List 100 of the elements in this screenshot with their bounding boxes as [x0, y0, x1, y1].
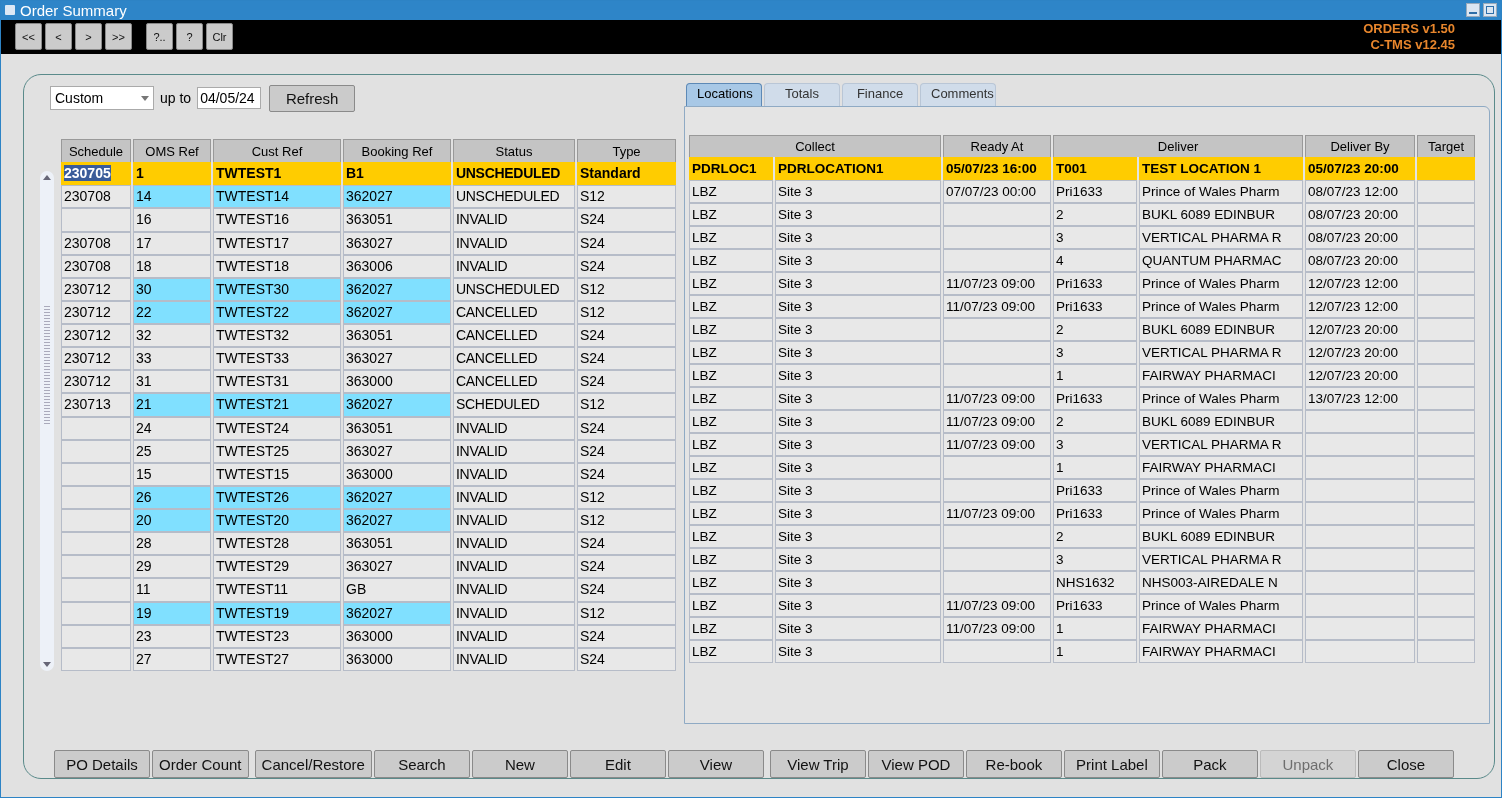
- table-cell[interactable]: PDRLOCATION1: [775, 157, 941, 180]
- column-header[interactable]: Collect: [689, 135, 941, 157]
- table-cell[interactable]: Site 3: [775, 525, 941, 548]
- table-cell[interactable]: TWTEST11: [213, 578, 341, 602]
- action-button[interactable]: Print Label: [1063, 750, 1160, 778]
- table-cell[interactable]: FAIRWAY PHARMACI: [1139, 617, 1303, 640]
- table-cell[interactable]: [1417, 456, 1475, 479]
- table-cell[interactable]: [61, 485, 131, 509]
- table-cell[interactable]: [943, 226, 1051, 249]
- table-cell[interactable]: S24: [577, 624, 676, 648]
- table-cell[interactable]: TWTEST23: [213, 624, 341, 648]
- table-cell[interactable]: TWTEST30: [213, 277, 341, 301]
- table-cell[interactable]: INVALID: [453, 532, 575, 556]
- table-cell[interactable]: 363000: [343, 370, 451, 394]
- table-cell[interactable]: LBZ: [689, 272, 773, 295]
- table-cell[interactable]: INVALID: [453, 462, 575, 486]
- table-cell[interactable]: S12: [577, 277, 676, 301]
- table-cell[interactable]: TWTEST24: [213, 416, 341, 440]
- table-cell[interactable]: 12/07/23 20:00: [1305, 341, 1415, 364]
- table-cell[interactable]: 27: [133, 647, 211, 671]
- table-cell[interactable]: TWTEST14: [213, 185, 341, 209]
- table-cell[interactable]: INVALID: [453, 555, 575, 579]
- table-cell[interactable]: 12/07/23 12:00: [1305, 295, 1415, 318]
- table-cell[interactable]: 05/07/23 16:00: [943, 157, 1051, 180]
- table-cell[interactable]: 3: [1053, 548, 1137, 571]
- table-cell[interactable]: S24: [577, 578, 676, 602]
- table-cell[interactable]: INVALID: [453, 231, 575, 255]
- table-cell[interactable]: INVALID: [453, 624, 575, 648]
- table-cell[interactable]: 363000: [343, 462, 451, 486]
- table-cell[interactable]: 363006: [343, 254, 451, 278]
- table-cell[interactable]: Pri1633: [1053, 387, 1137, 410]
- table-cell[interactable]: 12/07/23 20:00: [1305, 364, 1415, 387]
- table-cell[interactable]: LBZ: [689, 249, 773, 272]
- column-header[interactable]: Ready At: [943, 135, 1051, 157]
- table-cell[interactable]: 363051: [343, 416, 451, 440]
- table-cell[interactable]: 1: [1053, 364, 1137, 387]
- table-cell[interactable]: 363027: [343, 347, 451, 371]
- table-cell[interactable]: 2: [1053, 203, 1137, 226]
- table-cell[interactable]: FAIRWAY PHARMACI: [1139, 364, 1303, 387]
- table-cell[interactable]: 16: [133, 208, 211, 232]
- table-cell[interactable]: 08/07/23 20:00: [1305, 226, 1415, 249]
- table-cell[interactable]: [1417, 479, 1475, 502]
- table-cell[interactable]: S24: [577, 555, 676, 579]
- table-cell[interactable]: 29: [133, 555, 211, 579]
- action-button[interactable]: Edit: [569, 750, 666, 778]
- table-cell[interactable]: 18: [133, 254, 211, 278]
- table-cell[interactable]: [61, 532, 131, 556]
- table-cell[interactable]: S12: [577, 509, 676, 533]
- table-cell[interactable]: S24: [577, 439, 676, 463]
- table-cell[interactable]: Prince of Wales Pharm: [1139, 295, 1303, 318]
- table-cell[interactable]: 24: [133, 416, 211, 440]
- table-cell[interactable]: [1305, 594, 1415, 617]
- table-cell[interactable]: FAIRWAY PHARMACI: [1139, 456, 1303, 479]
- table-cell[interactable]: 08/07/23 12:00: [1305, 180, 1415, 203]
- table-cell[interactable]: Pri1633: [1053, 479, 1137, 502]
- table-cell[interactable]: [1417, 364, 1475, 387]
- table-cell[interactable]: INVALID: [453, 647, 575, 671]
- table-cell[interactable]: TWTEST19: [213, 601, 341, 625]
- table-cell[interactable]: 230712: [61, 300, 131, 324]
- refresh-button[interactable]: Refresh: [269, 84, 356, 112]
- table-cell[interactable]: 11/07/23 09:00: [943, 617, 1051, 640]
- table-cell[interactable]: 363000: [343, 624, 451, 648]
- table-cell[interactable]: 11/07/23 09:00: [943, 433, 1051, 456]
- toolbar-button[interactable]: >>: [105, 23, 132, 51]
- table-cell[interactable]: Site 3: [775, 456, 941, 479]
- table-cell[interactable]: LBZ: [689, 479, 773, 502]
- table-cell[interactable]: INVALID: [453, 208, 575, 232]
- table-cell[interactable]: INVALID: [453, 485, 575, 509]
- table-cell[interactable]: Site 3: [775, 548, 941, 571]
- table-cell[interactable]: LBZ: [689, 594, 773, 617]
- table-cell[interactable]: 21: [133, 393, 211, 417]
- table-cell[interactable]: 363051: [343, 208, 451, 232]
- table-cell[interactable]: 362027: [343, 393, 451, 417]
- table-cell[interactable]: UNSCHEDULED: [453, 277, 575, 301]
- table-cell[interactable]: [1417, 272, 1475, 295]
- table-cell[interactable]: BUKL 6089 EDINBUR: [1139, 525, 1303, 548]
- column-header[interactable]: Deliver: [1053, 135, 1303, 157]
- table-cell[interactable]: 230708: [61, 185, 131, 209]
- table-cell[interactable]: [1417, 203, 1475, 226]
- table-cell[interactable]: TWTEST33: [213, 347, 341, 371]
- table-cell[interactable]: 362027: [343, 185, 451, 209]
- table-cell[interactable]: 08/07/23 20:00: [1305, 249, 1415, 272]
- table-cell[interactable]: [1305, 502, 1415, 525]
- table-cell[interactable]: INVALID: [453, 578, 575, 602]
- table-cell[interactable]: 15: [133, 462, 211, 486]
- table-cell[interactable]: Site 3: [775, 617, 941, 640]
- table-cell[interactable]: [943, 249, 1051, 272]
- table-cell[interactable]: [61, 647, 131, 671]
- table-cell[interactable]: Prince of Wales Pharm: [1139, 479, 1303, 502]
- table-cell[interactable]: S24: [577, 254, 676, 278]
- table-cell[interactable]: NHS003-AIREDALE N: [1139, 571, 1303, 594]
- table-cell[interactable]: INVALID: [453, 254, 575, 278]
- table-cell[interactable]: [1417, 226, 1475, 249]
- table-cell[interactable]: 26: [133, 485, 211, 509]
- table-cell[interactable]: 19: [133, 601, 211, 625]
- date-field[interactable]: 04/05/24: [197, 87, 262, 109]
- table-cell[interactable]: 12/07/23 12:00: [1305, 272, 1415, 295]
- table-cell[interactable]: 362027: [343, 601, 451, 625]
- table-cell[interactable]: S24: [577, 208, 676, 232]
- table-cell[interactable]: 230705: [61, 162, 131, 186]
